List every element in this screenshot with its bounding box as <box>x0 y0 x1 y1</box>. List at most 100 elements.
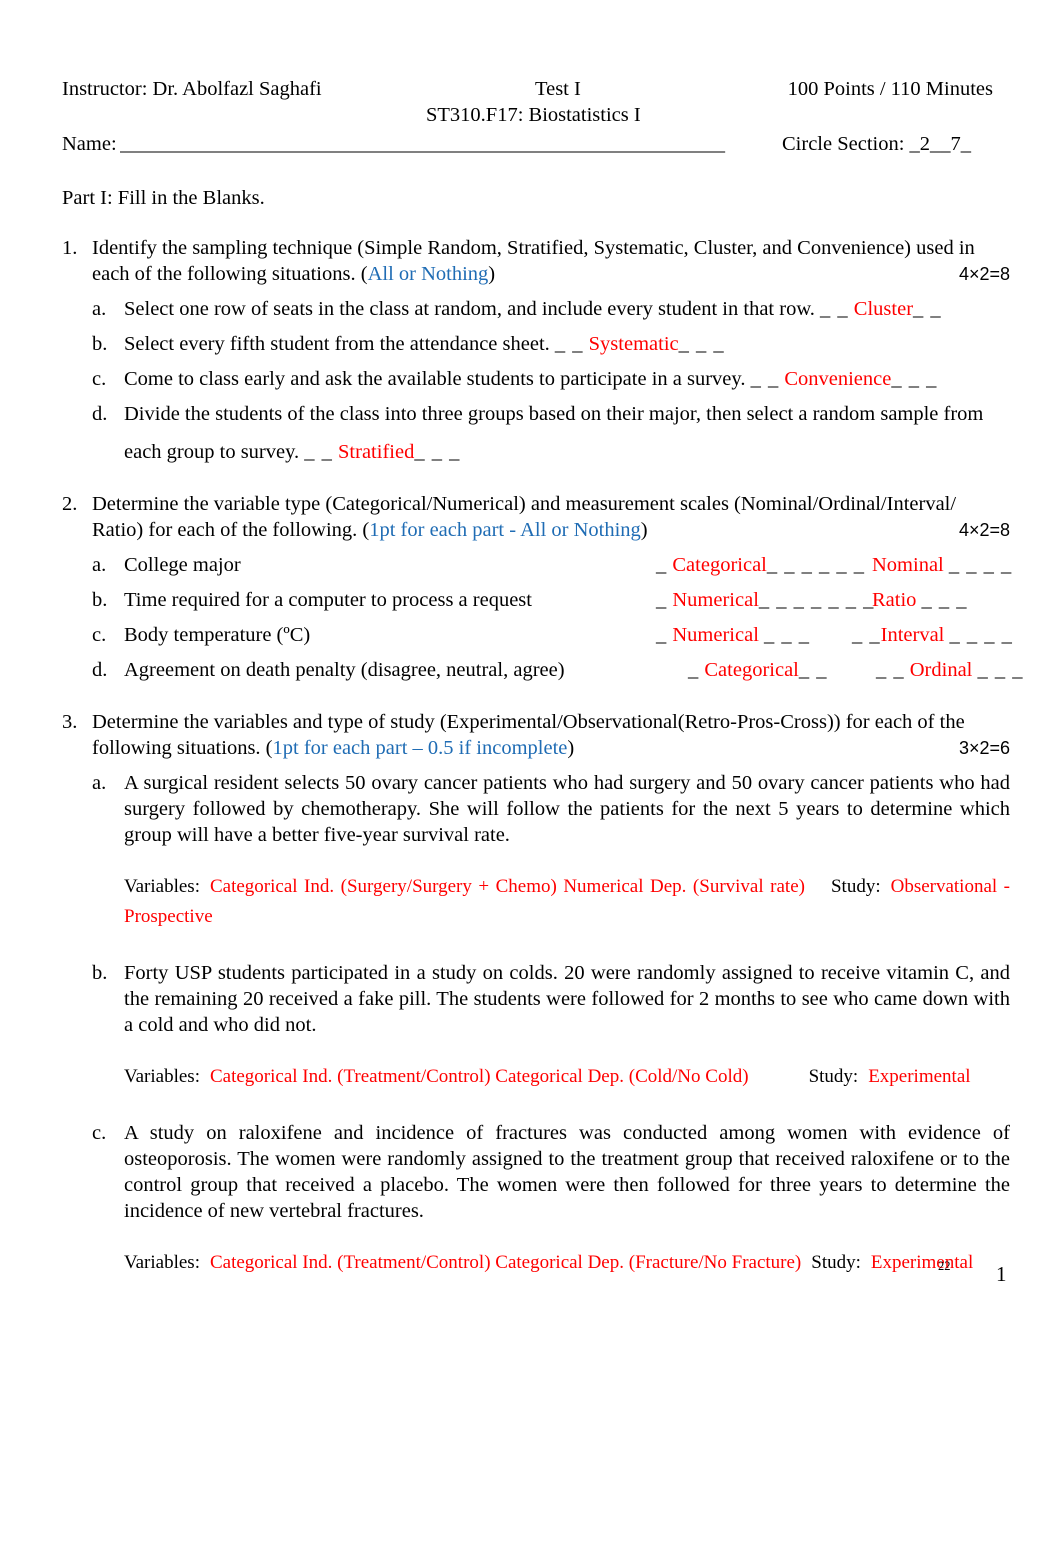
answer-col-1: _ Numerical _ _ _ <box>656 622 810 648</box>
answer-text-2: Ratio <box>872 589 917 611</box>
item-label: c. <box>92 368 107 390</box>
header-row-course: ST310.F17: Biostatistics I <box>62 102 1010 129</box>
question-2-stem-line2-text: Ratio) for each of the following. ( <box>92 519 370 541</box>
study-answer: Experimental <box>870 1252 974 1273</box>
answer-text-1: Categorical <box>672 554 767 576</box>
item-text-line1: Divide the students of the class into th… <box>124 403 984 425</box>
answer-text-2: Ordinal <box>909 659 973 681</box>
item-label: c. <box>92 1122 107 1144</box>
question-3-points: 3×2=6 <box>958 738 1010 758</box>
variables-answer: Categorical Ind. (Surgery/Surgery + Chem… <box>209 876 805 897</box>
item-label: a. <box>92 554 107 576</box>
blank-before[interactable]: _ _ <box>820 298 849 320</box>
question-1: 1. Identify the sampling technique (Simp… <box>62 235 1010 465</box>
blank-after[interactable]: _ _ _ <box>891 368 937 390</box>
item-text-line2: each group to survey. <box>124 441 300 463</box>
page-number: 1 <box>996 1262 1007 1286</box>
item-label: b. <box>92 589 108 611</box>
name-blank-line[interactable]: ________________________________________… <box>120 129 780 159</box>
item-row: College major _ Categorical_ _ _ _ _ _ N… <box>124 552 1012 578</box>
item-label: c. <box>92 624 107 646</box>
item-paragraph: A study on raloxifene and incidence of f… <box>124 1122 1010 1222</box>
blank-before-1[interactable]: _ <box>656 624 667 646</box>
page-content: Instructor: Dr. Abolfazl Saghafi Test I … <box>62 76 1023 1278</box>
blank-after-2[interactable]: _ _ _ _ <box>949 554 1012 576</box>
answer-col-1: _ Categorical_ _ <box>688 657 827 683</box>
blank-after-2[interactable]: _ _ _ <box>922 589 968 611</box>
study-label: Study: <box>808 1066 859 1087</box>
blank-before[interactable]: _ _ <box>555 333 584 355</box>
study-label: Study: <box>811 1252 861 1273</box>
answer-text: Systematic <box>588 333 679 355</box>
question-1-stem-line1: Identify the sampling technique (Simple … <box>92 237 975 259</box>
item-paragraph: Forty USP students participated in a stu… <box>124 962 1010 1036</box>
blank-after-2[interactable]: _ _ _ <box>978 659 1024 681</box>
blank-after-1[interactable]: _ _ _ _ _ _ _ <box>759 589 875 611</box>
blank-after-1[interactable]: _ _ _ _ _ _ <box>767 554 865 576</box>
question-3-stem-line1: Determine the variables and type of stud… <box>92 711 965 733</box>
answer-col-2: Nominal _ _ _ _ <box>872 552 1012 578</box>
question-3-stem-line2: following situations. (1pt for each part… <box>92 735 1010 761</box>
blank-before-2[interactable]: _ _ <box>876 659 905 681</box>
item-text: Select every fifth student from the atte… <box>124 333 550 355</box>
item-label: b. <box>92 333 108 355</box>
item-row: Time required for a computer to process … <box>124 587 1010 613</box>
circle-section[interactable]: Circle Section: _2__7_ <box>782 129 971 159</box>
answer-text: Stratified <box>338 441 415 463</box>
blank-after-2[interactable]: _ _ _ _ <box>950 624 1013 646</box>
item-content: Select every fifth student from the atte… <box>124 331 1010 357</box>
item-row: Body temperature (ºC) _ Numerical _ _ _ … <box>124 622 1013 648</box>
test-title: Test I <box>535 78 581 100</box>
item-label: a. <box>92 772 107 794</box>
blank-before[interactable]: _ _ <box>304 441 333 463</box>
answer-col-1: _ Categorical_ _ _ _ _ _ <box>656 552 865 578</box>
blank-after-1[interactable]: _ _ _ <box>764 624 810 646</box>
question-1-stem-line2-text: each of the following situations. ( <box>92 263 368 285</box>
question-1-item-a: a. Select one row of seats in the class … <box>92 296 1010 322</box>
answer-text-1: Numerical <box>672 589 759 611</box>
item-text: Select one row of seats in the class at … <box>124 298 815 320</box>
blank-before[interactable]: _ _ <box>751 368 780 390</box>
blank-before-1[interactable]: _ <box>656 554 667 576</box>
question-1-stem-line2: each of the following situations. (All o… <box>92 261 1010 287</box>
question-1-item-c: c. Come to class early and ask the avail… <box>92 366 1010 392</box>
question-1-number: 1. <box>62 237 78 259</box>
blank-before-2[interactable]: _ _ <box>852 624 881 646</box>
part-title: Part I: Fill in the Blanks. <box>62 187 265 209</box>
question-1-body: Identify the sampling technique (Simple … <box>92 235 1010 465</box>
blank-after-1[interactable]: _ _ <box>799 659 828 681</box>
question-1-item-b: b. Select every fifth student from the a… <box>92 331 1010 357</box>
question-2-points: 4×2=8 <box>958 520 1010 540</box>
blank-after[interactable]: _ _ _ <box>414 441 460 463</box>
blank-after[interactable]: _ _ _ <box>679 333 725 355</box>
answer-block: Variables: Categorical Ind. (Surgery/Surg… <box>124 872 1010 932</box>
question-2-stem-line2: Ratio) for each of the following. (1pt f… <box>92 517 1010 543</box>
variables-label: Variables: <box>124 1252 200 1273</box>
blank-after[interactable]: _ _ <box>913 298 942 320</box>
question-3-hint: 1pt for each part – 0.5 if incomplete <box>272 737 568 759</box>
question-3-item-c: c. A study on raloxifene and incidence o… <box>92 1120 1010 1278</box>
study-label: Study: <box>830 876 881 897</box>
question-2-item-b: b. Time required for a computer to proce… <box>92 587 1010 613</box>
item-text: Body temperature (ºC) <box>124 624 311 646</box>
points-and-time: 100 Points / 110 Minutes <box>787 78 993 100</box>
study-answer: Experimental <box>868 1066 971 1087</box>
question-2-stem-close: ) <box>640 519 648 541</box>
header-row-top: Instructor: Dr. Abolfazl Saghafi Test I … <box>62 76 1010 102</box>
question-3-number: 3. <box>62 711 78 733</box>
item-text: Time required for a computer to process … <box>124 589 532 611</box>
item-text: Agreement on death penalty (disagree, ne… <box>124 659 565 681</box>
item-paragraph: A surgical resident selects 50 ovary can… <box>124 772 1010 846</box>
name-label: Name: <box>62 133 117 155</box>
blank-before-1[interactable]: _ <box>688 659 699 681</box>
variables-label: Variables: <box>124 876 200 897</box>
question-2-item-a: a. College major _ Categorical_ _ _ _ _ … <box>92 552 1012 578</box>
question-3-stem: Determine the variables and type of stud… <box>92 709 1010 735</box>
question-1-stem: Identify the sampling technique (Simple … <box>92 235 1010 261</box>
course-title: ST310.F17: Biostatistics I <box>426 104 641 126</box>
question-2-number: 2. <box>62 493 78 515</box>
question-1-stem-close: ) <box>488 263 496 285</box>
item-row: Agreement on death penalty (disagree, ne… <box>124 657 1023 683</box>
answer-text-1: Categorical <box>704 659 799 681</box>
blank-before-1[interactable]: _ <box>656 589 667 611</box>
